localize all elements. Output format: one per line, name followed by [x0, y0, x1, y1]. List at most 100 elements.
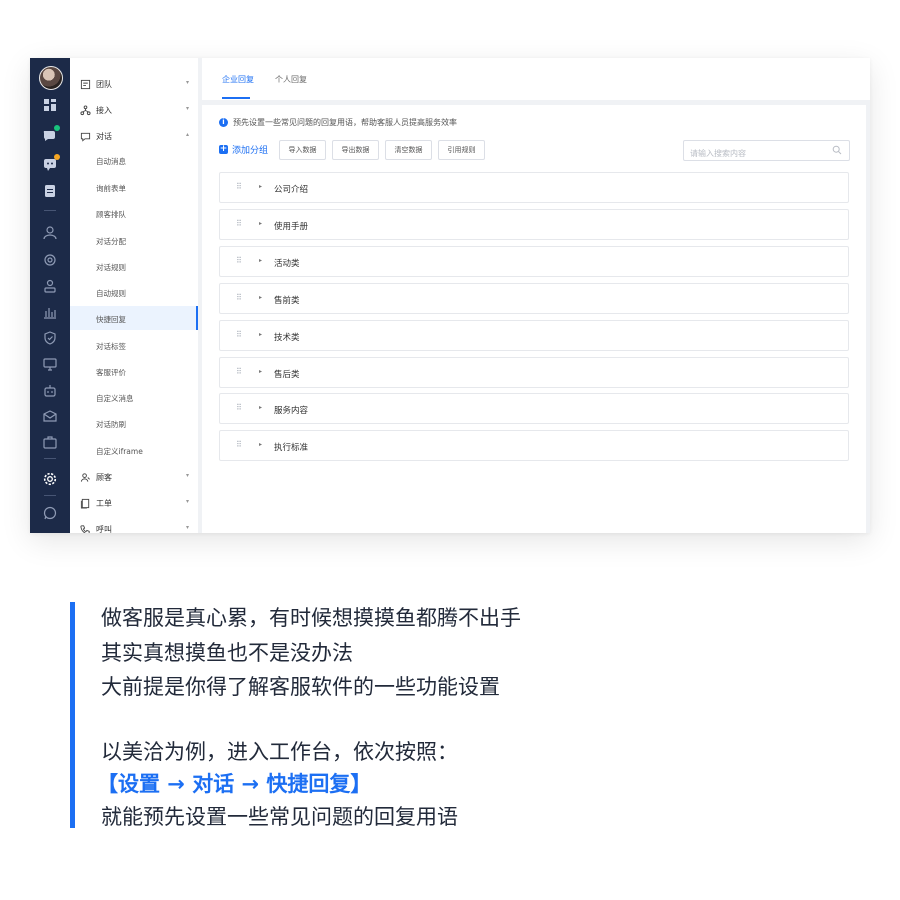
clear-data-button[interactable]: 清空数据	[385, 140, 432, 160]
caption-block: 做客服是真心累，有时候想摸摸鱼都腾不出手 其实真想摸鱼也不是没办法 大前提是你得…	[70, 602, 770, 830]
menu-item-auto-message[interactable]: 自动消息	[70, 148, 198, 172]
quick-reply-content: i 预先设置一些常见问题的回复用语，帮助客服人员提高服务效率 + 添加分组 导入…	[202, 105, 866, 533]
menu-group-dialog[interactable]: 对话 ▴	[70, 124, 198, 148]
caption-line: 大前提是你得了解客服软件的一些功能设置	[101, 675, 500, 699]
drag-handle-icon[interactable]: ⠿	[236, 182, 242, 191]
search-box	[683, 140, 850, 162]
menu-item-label: 客服评价	[96, 368, 126, 377]
mail-icon[interactable]	[41, 407, 59, 425]
import-data-button[interactable]: 导入数据	[279, 140, 326, 160]
accent-bar	[70, 602, 75, 828]
category-row[interactable]: ⠿ ▸ 服务内容	[219, 393, 849, 424]
menu-item-pre-chat-form[interactable]: 询前表单	[70, 175, 198, 199]
menu-group-team[interactable]: 团队 ▾	[70, 72, 198, 96]
tab-personal-reply[interactable]: 个人回复	[275, 74, 307, 85]
monitor-icon[interactable]	[41, 355, 59, 373]
avatar[interactable]	[39, 66, 63, 90]
category-label: 使用手册	[274, 222, 309, 232]
expand-arrow-icon[interactable]: ▸	[259, 331, 262, 338]
menu-item-auto-rules[interactable]: 自动规则	[70, 280, 198, 304]
chevron-down-icon: ▾	[186, 498, 190, 505]
robot-icon[interactable]	[41, 381, 59, 399]
drag-handle-icon[interactable]: ⠿	[236, 403, 242, 412]
menu-group-label: 接入	[96, 106, 112, 115]
user-icon[interactable]	[41, 224, 59, 242]
expand-arrow-icon[interactable]: ▸	[259, 220, 262, 227]
drag-handle-icon[interactable]: ⠿	[236, 330, 242, 339]
contacts-icon[interactable]	[41, 277, 59, 295]
expand-arrow-icon[interactable]: ▸	[259, 257, 262, 264]
caption-line: 做客服是真心累，有时候想摸摸鱼都腾不出手	[101, 606, 521, 630]
menu-group-ticket[interactable]: 工单 ▾	[70, 491, 198, 515]
info-hint: i 预先设置一些常见问题的回复用语，帮助客服人员提高服务效率	[219, 117, 457, 128]
category-row[interactable]: ⠿ ▸ 售前类	[219, 283, 849, 314]
menu-group-label: 顾客	[96, 473, 112, 482]
search-input[interactable]	[684, 145, 830, 162]
menu-item-custom-iframe[interactable]: 自定义iframe	[70, 438, 198, 462]
category-label: 执行标准	[274, 443, 309, 453]
search-icon[interactable]	[832, 145, 842, 155]
expand-arrow-icon[interactable]: ▸	[259, 441, 262, 448]
message-badge-icon[interactable]	[41, 154, 60, 173]
menu-item-label: 顾客排队	[96, 210, 126, 219]
chevron-down-icon: ▾	[186, 524, 190, 531]
chevron-down-icon: ▾	[186, 472, 190, 479]
menu-item-anti-spam[interactable]: 对话防刷	[70, 411, 198, 435]
menu-item-quick-reply[interactable]: 快捷回复	[70, 306, 198, 330]
cloud-icon[interactable]	[41, 251, 59, 269]
menu-item-customer-queue[interactable]: 顾客排队	[70, 201, 198, 225]
caption-line: 以美洽为例，进入工作台，依次按照：	[101, 740, 458, 764]
caption-highlight-path: 【设置 → 对话 → 快捷回复】	[97, 772, 372, 796]
menu-item-dialog-assignment[interactable]: 对话分配	[70, 228, 198, 252]
menu-group-label: 工单	[96, 499, 112, 508]
category-row[interactable]: ⠿ ▸ 售后类	[219, 357, 849, 388]
bar-chart-icon[interactable]	[41, 303, 59, 321]
app-window: 团队 ▾ 接入 ▾ 对话 ▴ 自动消息 询前表单 顾客排队 对话分配 对话规则 …	[30, 58, 870, 533]
category-label: 活动类	[274, 259, 300, 269]
ticket-icon	[80, 498, 90, 509]
chat-bubbles-icon[interactable]	[41, 125, 60, 144]
menu-group-label: 对话	[96, 132, 112, 141]
menu-item-label: 对话防刷	[96, 420, 126, 429]
menu-item-label: 询前表单	[96, 184, 126, 193]
drag-handle-icon[interactable]: ⠿	[236, 367, 242, 376]
chevron-down-icon: ▾	[186, 105, 190, 112]
menu-item-label: 对话规则	[96, 263, 126, 272]
reference-rules-button[interactable]: 引用规则	[438, 140, 485, 160]
menu-group-access[interactable]: 接入 ▾	[70, 98, 198, 122]
drag-handle-icon[interactable]: ⠿	[236, 256, 242, 265]
menu-group-label: 呼叫	[96, 525, 112, 533]
expand-arrow-icon[interactable]: ▸	[259, 404, 262, 411]
category-row[interactable]: ⠿ ▸ 活动类	[219, 246, 849, 277]
menu-group-customer[interactable]: 顾客 ▾	[70, 465, 198, 489]
briefcase-icon[interactable]	[41, 433, 59, 451]
category-row[interactable]: ⠿ ▸ 执行标准	[219, 430, 849, 461]
add-group-button[interactable]: + 添加分组	[219, 143, 268, 156]
category-label: 售前类	[274, 296, 300, 306]
dashboard-icon[interactable]	[41, 96, 59, 114]
menu-item-dialog-rules[interactable]: 对话规则	[70, 254, 198, 278]
whatsapp-icon[interactable]	[41, 504, 59, 522]
tab-enterprise-reply[interactable]: 企业回复	[222, 74, 254, 85]
menu-item-agent-rating[interactable]: 客服评价	[70, 359, 198, 383]
expand-arrow-icon[interactable]: ▸	[259, 368, 262, 375]
gear-icon[interactable]	[41, 470, 59, 488]
menu-item-dialog-tags[interactable]: 对话标签	[70, 333, 198, 357]
expand-arrow-icon[interactable]: ▸	[259, 183, 262, 190]
category-row[interactable]: ⠿ ▸ 技术类	[219, 320, 849, 351]
drag-handle-icon[interactable]: ⠿	[236, 440, 242, 449]
menu-item-label: 快捷回复	[96, 315, 126, 324]
expand-arrow-icon[interactable]: ▸	[259, 294, 262, 301]
export-data-button[interactable]: 导出数据	[332, 140, 379, 160]
category-row[interactable]: ⠿ ▸ 使用手册	[219, 209, 849, 240]
info-icon: i	[219, 118, 228, 127]
shield-icon[interactable]	[41, 329, 59, 347]
drag-handle-icon[interactable]: ⠿	[236, 293, 242, 302]
drag-handle-icon[interactable]: ⠿	[236, 219, 242, 228]
phone-icon	[80, 525, 90, 533]
menu-group-call[interactable]: 呼叫 ▾	[70, 517, 198, 533]
category-row[interactable]: ⠿ ▸ 公司介绍	[219, 172, 849, 203]
clipboard-icon[interactable]	[41, 182, 59, 200]
menu-item-custom-message[interactable]: 自定义消息	[70, 385, 198, 409]
add-group-label: 添加分组	[232, 146, 269, 156]
